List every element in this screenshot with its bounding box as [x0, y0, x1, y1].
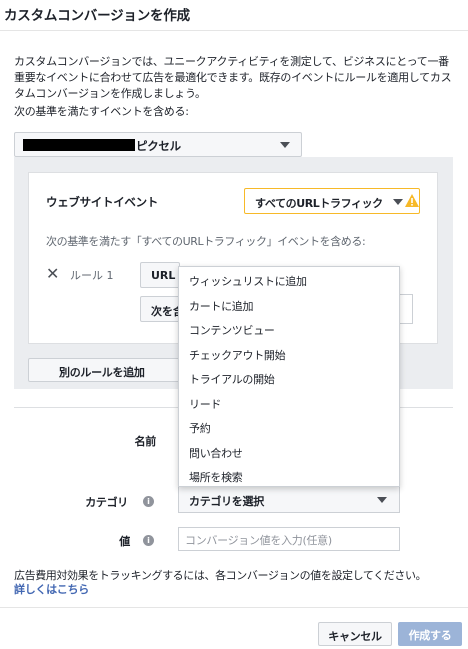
- dropdown-item[interactable]: 場所を検索: [189, 469, 243, 485]
- dropdown-item[interactable]: 予約: [189, 420, 211, 436]
- close-icon[interactable]: ✕: [46, 264, 59, 283]
- dropdown-item[interactable]: リード: [189, 396, 221, 412]
- caret-down-icon: [377, 497, 387, 503]
- caret-down-icon: [393, 199, 403, 205]
- name-label: 名前: [134, 435, 157, 448]
- cancel-button[interactable]: キャンセル: [318, 622, 392, 646]
- dropdown-item[interactable]: トライアルの開始: [189, 371, 275, 387]
- category-label: カテゴリ: [85, 496, 128, 509]
- caret-down-icon: [280, 142, 290, 148]
- redacted-pixel-name: [23, 139, 135, 151]
- operator-select[interactable]: 次を含む: [140, 296, 180, 322]
- header-divider: [0, 30, 468, 31]
- category-select-placeholder: カテゴリを選択: [189, 495, 264, 508]
- footer-divider: [0, 607, 468, 608]
- event-select[interactable]: すべてのURLトラフィック: [244, 188, 420, 214]
- dialog-title: カスタムコンバージョンを作成: [4, 8, 190, 24]
- event-select-value: すべてのURLトラフィック: [255, 197, 383, 210]
- dropdown-item[interactable]: カートに追加: [189, 298, 254, 314]
- criteria-label: 次の基準を満たすイベントを含める:: [14, 105, 189, 118]
- pixel-select[interactable]: ピクセル: [14, 132, 302, 157]
- add-rule-button[interactable]: 別のルールを追加: [28, 358, 184, 382]
- info-icon[interactable]: i: [143, 535, 154, 546]
- create-button[interactable]: 作成する: [398, 622, 462, 646]
- website-event-label: ウェブサイトイベント: [46, 195, 158, 209]
- dropdown-item[interactable]: チェックアウト開始: [189, 347, 286, 363]
- dropdown-item[interactable]: 問い合わせ: [189, 445, 243, 461]
- warning-icon: [405, 194, 419, 207]
- dialog-description: カスタムコンバージョンでは、ユニークアクティビティを測定して、ビジネスにとって一…: [14, 55, 452, 100]
- rule-name: ルール 1: [70, 269, 114, 282]
- dropdown-item[interactable]: ウィッシュリストに追加: [189, 273, 307, 289]
- info-icon[interactable]: i: [143, 496, 154, 507]
- dropdown-item[interactable]: コンテンツビュー: [189, 322, 275, 338]
- learn-more-link[interactable]: 詳しくはこちら: [14, 581, 89, 597]
- pixel-select-label: ピクセル: [136, 139, 181, 153]
- category-select[interactable]: カテゴリを選択: [178, 486, 400, 513]
- event-dropdown-menu: ウィッシュリストに追加 カートに追加 コンテンツビュー チェックアウト開始 トラ…: [178, 266, 400, 487]
- url-parameter-select[interactable]: URL: [140, 262, 180, 288]
- value-label: 値: [119, 535, 130, 548]
- rule-description: 次の基準を満たす「すべてのURLトラフィック」イベントを含める:: [46, 235, 366, 248]
- value-input[interactable]: コンバージョン値を入力(任意): [178, 527, 400, 551]
